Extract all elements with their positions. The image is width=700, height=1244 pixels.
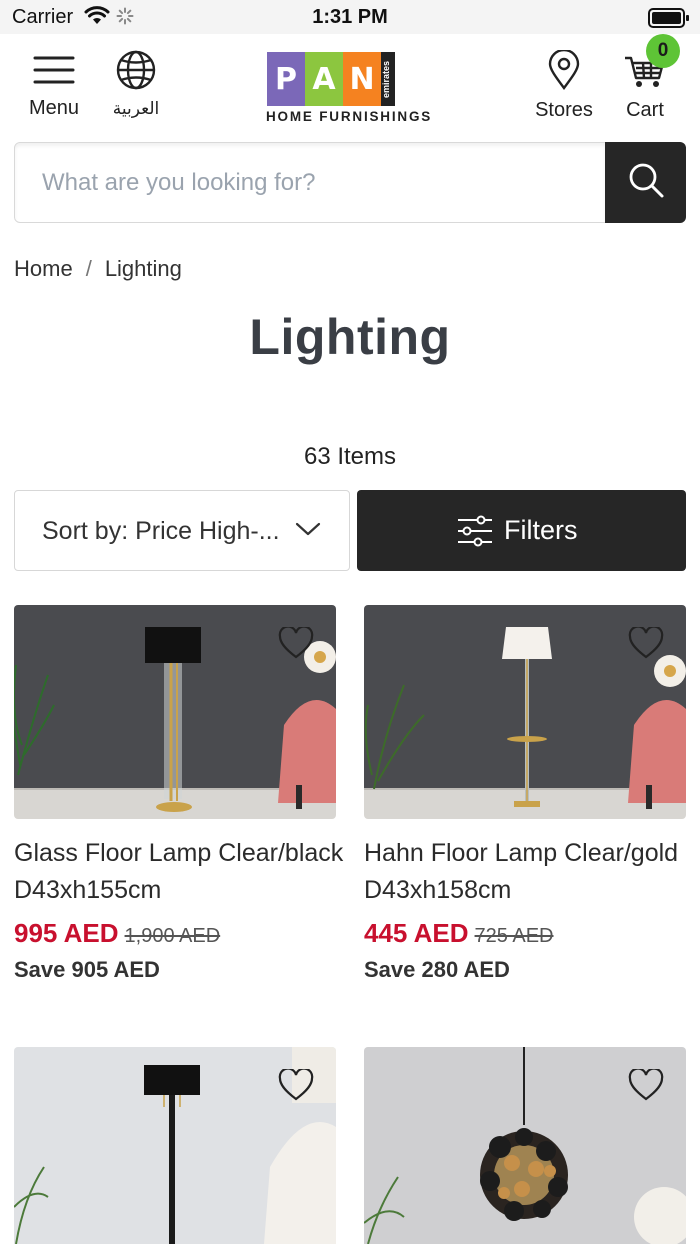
product-price: 995 AED 1,900 AED [14, 918, 220, 949]
page-title: Lighting [249, 309, 451, 365]
sale-price: 445 AED [364, 918, 469, 948]
cart-icon [623, 56, 667, 94]
globe-icon [115, 50, 157, 94]
logo-letter-n: N [343, 52, 381, 106]
hamburger-icon [33, 56, 75, 92]
product-image[interactable] [364, 1047, 686, 1244]
product-image[interactable] [14, 1047, 336, 1244]
chevron-down-icon [295, 521, 321, 542]
item-count: 63 Items [303, 443, 397, 470]
product-image[interactable] [14, 605, 336, 819]
language-label: العربية [112, 99, 160, 119]
search-bar [14, 142, 686, 223]
filters-label: Filters [504, 515, 578, 545]
app-header: Menu العربية P A N emirates HOME FURNISH… [0, 34, 700, 134]
menu-button[interactable]: Menu [20, 50, 88, 120]
stores-label: Stores [535, 99, 593, 121]
heart-icon[interactable] [628, 625, 664, 664]
breadcrumb: Home / Lighting [14, 256, 182, 282]
brand-logo[interactable]: P A N emirates HOME FURNISHINGS [266, 52, 434, 126]
battery-icon [648, 8, 690, 33]
breadcrumb-current: Lighting [104, 256, 182, 281]
product-image[interactable] [364, 605, 686, 819]
cart-count-badge: 0 [646, 34, 680, 68]
sort-dropdown[interactable]: Sort by: Price High-... [14, 490, 350, 571]
status-bar: Carrier 1:31 PM [0, 0, 700, 34]
breadcrumb-separator: / [85, 256, 92, 281]
product-name[interactable]: Hahn Floor Lamp Clear/gold D43xh158cm [364, 835, 694, 909]
sliders-icon [456, 514, 494, 553]
logo-subtitle: HOME FURNISHINGS [266, 109, 433, 124]
product-name[interactable]: Glass Floor Lamp Clear/black D43xh155cm [14, 835, 344, 909]
sort-label: Sort by: Price High-... [42, 517, 280, 545]
search-input[interactable] [14, 142, 606, 223]
logo-mark: P A N emirates [267, 52, 395, 106]
heart-icon[interactable] [278, 625, 314, 664]
menu-label: Menu [28, 97, 80, 119]
logo-letter-a: A [305, 52, 343, 106]
original-price: 725 AED [474, 925, 554, 947]
filters-button[interactable]: Filters [357, 490, 686, 571]
savings-text: Save 280 AED [364, 957, 510, 982]
logo-side-text: emirates [381, 52, 395, 106]
search-button[interactable] [605, 142, 686, 223]
stores-button[interactable]: Stores [528, 48, 600, 122]
status-time: 1:31 PM [312, 6, 388, 28]
logo-letter-p: P [267, 52, 305, 106]
product-price: 445 AED 725 AED [364, 918, 554, 949]
heart-icon[interactable] [278, 1067, 314, 1106]
breadcrumb-home[interactable]: Home [14, 256, 73, 281]
heart-icon[interactable] [628, 1067, 664, 1106]
sale-price: 995 AED [14, 918, 119, 948]
language-toggle[interactable]: العربية [100, 50, 172, 119]
location-pin-icon [546, 48, 582, 94]
search-icon [627, 161, 665, 204]
savings-text: Save 905 AED [14, 957, 160, 982]
cart-label: Cart [626, 99, 664, 121]
original-price: 1,900 AED [124, 925, 221, 947]
